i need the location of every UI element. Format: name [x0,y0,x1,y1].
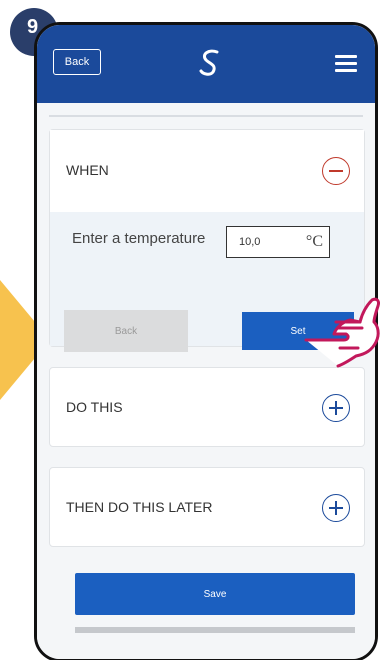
save-button[interactable]: Save [75,573,355,615]
minus-circle-icon[interactable] [322,157,350,185]
then-later-label: THEN DO THIS LATER [66,499,213,515]
when-header[interactable]: WHEN [50,130,364,212]
rule-editor: WHEN Enter a temperature 10,0 °C Back Se… [37,103,375,659]
plus-circle-icon[interactable] [322,394,350,422]
temperature-unit: °C [305,233,323,250]
header-back-label: Back [64,56,90,68]
top-divider [49,115,363,117]
plus-circle-icon[interactable] [322,494,350,522]
header-back-button[interactable]: Back [53,49,101,75]
hamburger-menu-icon[interactable] [335,55,357,73]
hand-pointer-icon [304,297,380,368]
then-do-this-later-section[interactable]: THEN DO THIS LATER [49,467,365,547]
temperature-label: Enter a temperature [72,230,206,247]
when-label: WHEN [66,162,109,178]
save-label: Save [203,588,227,600]
do-this-label: DO THIS [66,399,123,415]
top-app-bar: Back [37,25,375,103]
when-back-label: Back [114,325,138,337]
when-back-button[interactable]: Back [64,310,188,352]
salus-logo-icon [199,49,219,76]
temperature-value: 10,0 [239,236,261,248]
bottom-divider [75,627,355,633]
temperature-input[interactable]: 10,0 °C [226,226,330,258]
do-this-section[interactable]: DO THIS [49,367,365,447]
